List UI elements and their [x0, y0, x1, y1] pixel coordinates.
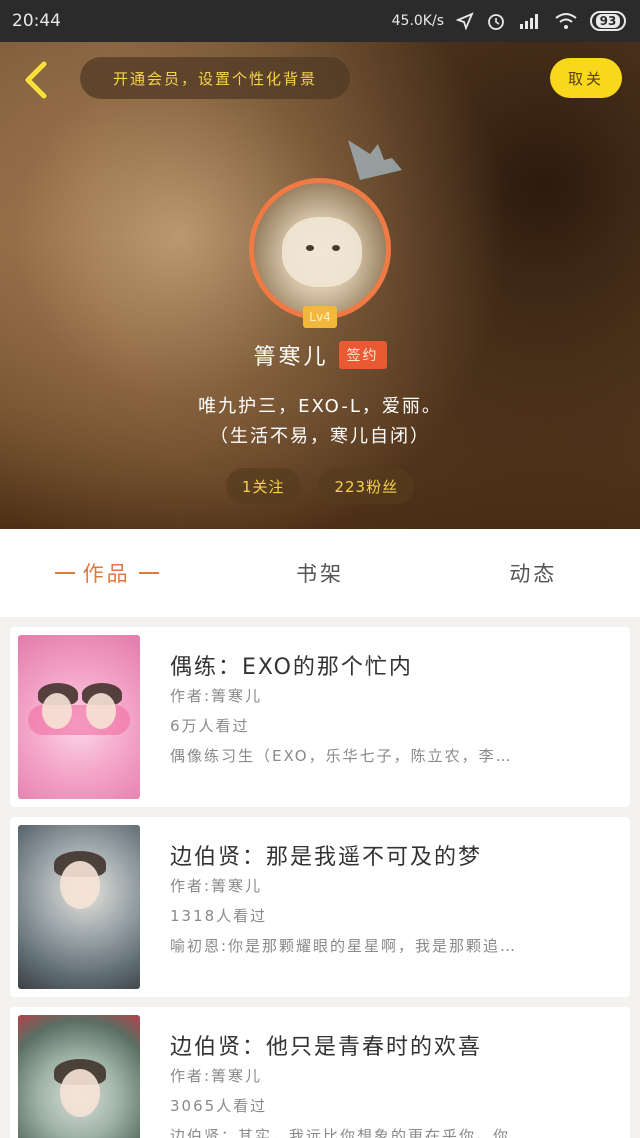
bio: 唯九护三，EXO-L，爱丽。 （生活不易，寒儿自闭） [0, 392, 640, 452]
book-author: 作者:箐寒儿 [170, 687, 263, 705]
book-views: 3065人看过 [170, 1097, 268, 1115]
battery-level: 93 [595, 14, 621, 28]
signal-icon [520, 14, 538, 29]
tab-bookshelf[interactable]: 书架 [213, 529, 426, 617]
status-bar: 20:44 45.0K/s 93 [0, 0, 640, 42]
tab-works[interactable]: 作品 [0, 529, 213, 617]
status-time: 20:44 [12, 11, 61, 31]
bio-line: （生活不易，寒儿自闭） [210, 426, 430, 447]
book-views: 6万人看过 [170, 717, 250, 735]
chevron-left-icon [25, 61, 47, 99]
bio-line: 唯九护三，EXO-L，爱丽。 [198, 396, 442, 417]
alarm-icon [488, 14, 504, 30]
tab-activity[interactable]: 动态 [427, 529, 640, 617]
user-row: 箐寒儿 签约 [0, 338, 640, 372]
book-cover [18, 1015, 140, 1138]
book-title: 边伯贤：那是我遥不可及的梦 [170, 845, 483, 870]
avatar[interactable] [249, 178, 391, 320]
battery-icon: 93 [590, 11, 626, 31]
book-author: 作者:箐寒儿 [170, 1067, 263, 1085]
vip-banner[interactable]: 开通会员，设置个性化背景 [80, 57, 350, 99]
tab-label: 动态 [509, 562, 558, 586]
following-count[interactable]: 1关注 [225, 468, 301, 504]
followers-count[interactable]: 223粉丝 [318, 468, 415, 504]
book-cover [18, 825, 140, 989]
level-badge: Lv4 [303, 306, 337, 328]
username: 箐寒儿 [253, 345, 329, 370]
back-button[interactable] [18, 58, 54, 102]
profile-header: 开通会员，设置个性化背景 取关 Lv4 箐寒儿 签约 唯九护三，EXO-L，爱丽… [0, 42, 640, 529]
book-card[interactable]: 偶练：EXO的那个忙内 作者:箐寒儿 6万人看过 偶像练习生（EXO，乐华七子，… [10, 627, 630, 807]
tab-bar: 作品 书架 动态 [0, 529, 640, 617]
book-title: 边伯贤：他只是青春时的欢喜 [170, 1035, 483, 1060]
unfollow-button[interactable]: 取关 [550, 58, 622, 98]
book-author: 作者:箐寒儿 [170, 877, 263, 895]
book-card[interactable]: 边伯贤：那是我遥不可及的梦 作者:箐寒儿 1318人看过 喻初恩:你是那颗耀眼的… [10, 817, 630, 997]
book-views: 1318人看过 [170, 907, 268, 925]
location-icon [456, 12, 474, 30]
net-speed: 45.0K/s [391, 13, 444, 29]
book-desc: 偶像练习生（EXO，乐华七子，陈立农，李… [170, 747, 513, 765]
wifi-icon [555, 13, 577, 29]
book-title: 偶练：EXO的那个忙内 [170, 655, 413, 680]
tab-label: 书架 [295, 562, 344, 586]
tab-label: 作品 [82, 562, 131, 586]
avatar-photo [282, 217, 362, 287]
stats: 1关注 223粉丝 [0, 468, 640, 504]
book-desc: 喻初恩:你是那颗耀眼的星星啊，我是那颗追… [170, 937, 518, 955]
signed-badge: 签约 [338, 341, 387, 369]
book-cover [18, 635, 140, 799]
book-desc: 边伯贤：其实，我远比你想象的更在乎你。你… [170, 1127, 528, 1138]
status-icons: 45.0K/s 93 [392, 11, 626, 31]
book-card[interactable]: 边伯贤：他只是青春时的欢喜 作者:箐寒儿 3065人看过 边伯贤：其实，我远比你… [10, 1007, 630, 1138]
